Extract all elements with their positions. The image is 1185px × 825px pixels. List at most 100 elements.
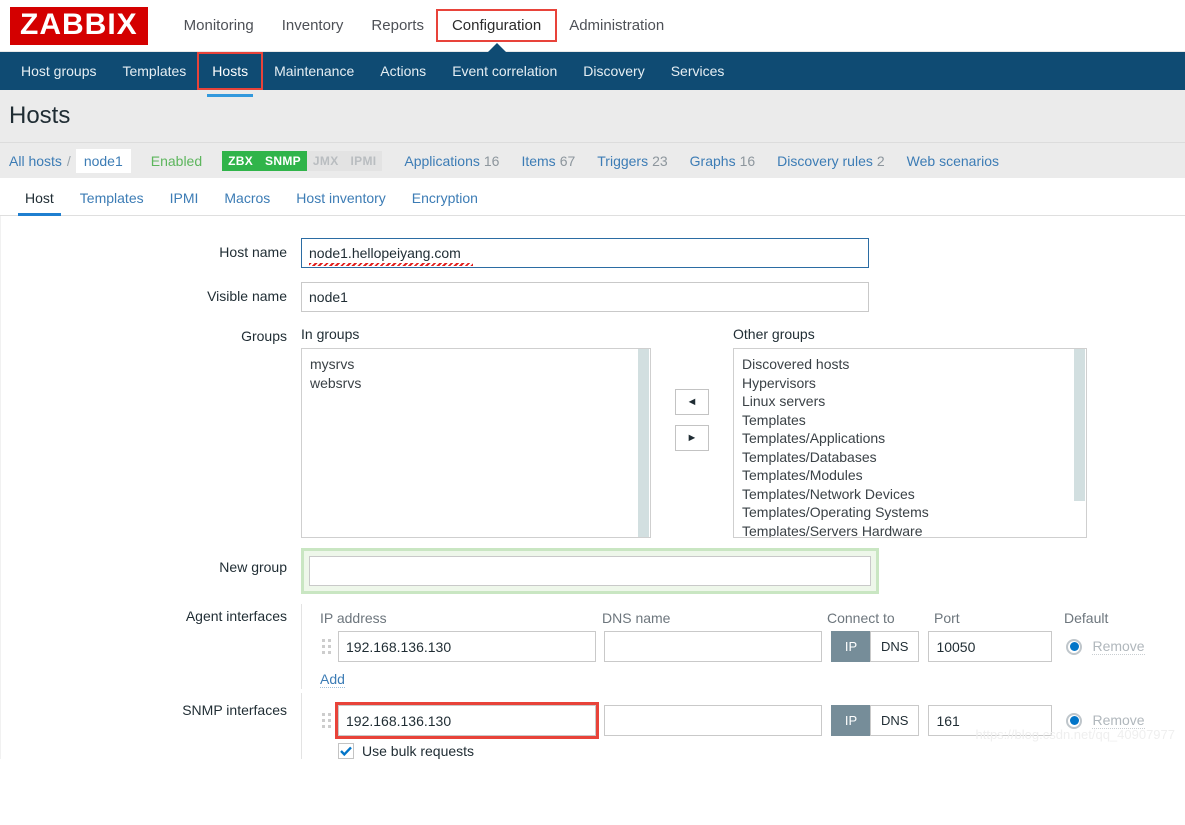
breadcrumb-all-hosts[interactable]: All hosts: [9, 153, 62, 169]
link-discovery-rules-label: Discovery rules: [777, 152, 873, 169]
snmp-port-input[interactable]: [928, 705, 1053, 736]
agent-connect-ip-button[interactable]: IP: [831, 631, 871, 662]
link-items-count: 67: [559, 152, 576, 169]
subnav-item-hosts[interactable]: Hosts: [197, 52, 264, 97]
topnav-item-monitoring[interactable]: Monitoring: [170, 11, 268, 40]
list-item[interactable]: Templates/Operating Systems: [742, 503, 1078, 522]
subnav-item-templates[interactable]: Templates: [109, 54, 199, 88]
in-groups-caption: In groups: [301, 326, 360, 342]
subnav-item-event-correlation[interactable]: Event correlation: [439, 54, 570, 88]
list-item[interactable]: Linux servers: [742, 392, 1078, 411]
list-item[interactable]: Templates/Databases: [742, 448, 1078, 467]
topnav-item-configuration[interactable]: Configuration: [435, 9, 558, 42]
link-graphs[interactable]: Graphs 16: [690, 153, 756, 169]
link-applications[interactable]: Applications 16: [404, 153, 499, 169]
drag-handle-icon[interactable]: [320, 636, 332, 658]
snmp-dns-input[interactable]: [604, 705, 822, 736]
tab-macros[interactable]: Macros: [211, 184, 283, 215]
other-groups-scrollbar[interactable]: [1073, 349, 1086, 537]
main-menu: Monitoring Inventory Reports Configurati…: [170, 9, 679, 42]
header-port: Port: [934, 610, 960, 626]
breadcrumb-separator: /: [66, 152, 71, 169]
list-item[interactable]: websrvs: [310, 374, 642, 393]
agent-add-link[interactable]: Add: [320, 671, 345, 688]
badge-jmx: JMX: [306, 150, 345, 171]
list-item[interactable]: Templates: [742, 411, 1078, 430]
breadcrumb: All hosts / node1 Enabled ZBX SNMP JMX I…: [0, 142, 1185, 178]
in-groups-scrollbar-thumb[interactable]: [638, 349, 649, 537]
label-groups: Groups: [241, 328, 287, 344]
field-row-host-name: Host name: [1, 238, 1185, 268]
agent-ip-input[interactable]: [338, 631, 596, 662]
snmp-remove-link[interactable]: Remove: [1092, 712, 1145, 729]
topnav-item-administration[interactable]: Administration: [555, 11, 678, 40]
list-item[interactable]: Templates/Network Devices: [742, 485, 1078, 504]
zabbix-logo[interactable]: ZABBIX: [10, 6, 148, 45]
list-item[interactable]: Templates/Servers Hardware: [742, 522, 1078, 538]
host-configuration-form: Host name Visible name Groups In groups …: [0, 216, 1185, 759]
subnav-item-actions[interactable]: Actions: [367, 54, 439, 88]
configuration-submenu: Host groups Templates Hosts Maintenance …: [0, 43, 1185, 97]
host-status-enabled[interactable]: Enabled: [151, 153, 202, 169]
snmp-default-radio[interactable]: [1066, 712, 1083, 729]
list-item[interactable]: Discovered hosts: [742, 355, 1078, 374]
new-group-input[interactable]: [309, 556, 871, 586]
agent-port-input[interactable]: [928, 631, 1053, 662]
list-item[interactable]: Hypervisors: [742, 374, 1078, 393]
agent-remove-link[interactable]: Remove: [1092, 638, 1145, 655]
tab-host[interactable]: Host: [12, 184, 67, 216]
snmp-bulk-row: Use bulk requests: [338, 743, 1185, 759]
snmp-connect-ip-button[interactable]: IP: [831, 705, 871, 736]
snmp-ip-input[interactable]: [335, 702, 599, 739]
snmp-connect-dns-button[interactable]: DNS: [870, 705, 920, 736]
header-dns-name: DNS name: [602, 610, 671, 626]
in-groups-listbox[interactable]: mysrvs websrvs: [301, 348, 651, 538]
top-navigation-bar: ZABBIX Monitoring Inventory Reports Conf…: [0, 0, 1185, 52]
badge-zbx: ZBX: [222, 150, 260, 171]
agent-interface-row: IP DNS Remove: [320, 631, 1185, 662]
field-row-groups: Groups In groups mysrvs websrvs ◄ ► Othe…: [1, 326, 1185, 538]
page-header: Hosts: [0, 90, 1185, 142]
tab-host-inventory[interactable]: Host inventory: [283, 184, 398, 215]
subnav-item-discovery[interactable]: Discovery: [570, 54, 657, 88]
in-groups-column: In groups mysrvs websrvs: [301, 326, 651, 538]
list-item[interactable]: Templates/Applications: [742, 429, 1078, 448]
subnav-item-host-groups[interactable]: Host groups: [8, 54, 109, 88]
link-triggers-count: 23: [652, 152, 668, 169]
snmp-interfaces-block: IP DNS Remove Use bulk requests: [301, 693, 1185, 759]
field-row-visible-name: Visible name: [1, 282, 1185, 312]
agent-default-radio[interactable]: [1066, 638, 1083, 655]
agent-connect-dns-button[interactable]: DNS: [870, 631, 920, 662]
agent-dns-input[interactable]: [604, 631, 822, 662]
list-item[interactable]: mysrvs: [310, 355, 642, 374]
tab-templates[interactable]: Templates: [67, 184, 157, 215]
link-web-scenarios[interactable]: Web scenarios: [907, 153, 999, 169]
breadcrumb-current-host[interactable]: node1: [75, 148, 131, 173]
other-groups-column: Other groups Discovered hosts Hypervisor…: [733, 326, 1087, 538]
link-web-scenarios-label: Web scenarios: [906, 152, 1000, 169]
topnav-item-reports[interactable]: Reports: [357, 11, 438, 40]
link-items[interactable]: Items 67: [521, 153, 575, 169]
subnav-item-services[interactable]: Services: [658, 54, 738, 88]
subnav-item-maintenance[interactable]: Maintenance: [261, 54, 367, 88]
link-applications-count: 16: [483, 152, 500, 169]
header-ip-address: IP address: [320, 610, 387, 626]
new-group-highlight: [301, 548, 879, 594]
visible-name-input[interactable]: [301, 282, 869, 312]
list-item[interactable]: Templates/Modules: [742, 466, 1078, 485]
link-discovery-rules[interactable]: Discovery rules 2: [777, 153, 885, 169]
tab-ipmi[interactable]: IPMI: [157, 184, 212, 215]
drag-handle-icon[interactable]: [320, 710, 332, 732]
in-groups-scrollbar[interactable]: [637, 349, 650, 537]
topnav-item-inventory[interactable]: Inventory: [268, 11, 358, 40]
link-triggers[interactable]: Triggers 23: [597, 153, 667, 169]
move-right-button[interactable]: ►: [675, 425, 709, 451]
triangle-right-icon: ►: [686, 431, 698, 444]
checkmark-icon: [340, 746, 352, 756]
move-left-button[interactable]: ◄: [675, 389, 709, 415]
agent-connect-to-toggle: IP DNS: [831, 631, 920, 662]
other-groups-listbox[interactable]: Discovered hosts Hypervisors Linux serve…: [733, 348, 1087, 538]
other-groups-scrollbar-thumb[interactable]: [1074, 349, 1085, 501]
tab-encryption[interactable]: Encryption: [399, 184, 491, 215]
use-bulk-requests-checkbox[interactable]: [338, 743, 354, 759]
